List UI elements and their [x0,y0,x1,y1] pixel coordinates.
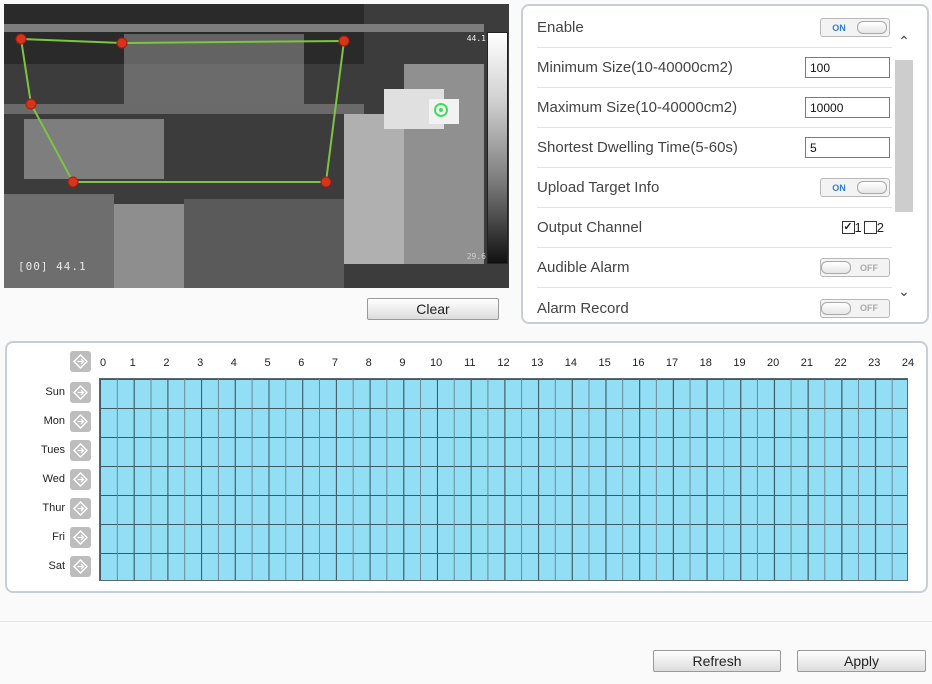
min-size-input[interactable] [805,57,890,78]
channel-1-checkbox[interactable]: ✓ [841,221,855,234]
setting-output-channel: Output Channel ✓ 1 2 [537,208,892,248]
scrollbar-thumb[interactable] [895,60,913,212]
toggle-knob [857,181,887,194]
hour-label: 2 [163,357,170,369]
hour-label: 5 [264,357,271,369]
hour-label: 7 [331,357,339,369]
setting-min-size: Minimum Size(10-40000cm2) [537,48,892,88]
day-label: Wed [42,472,65,485]
clear-button[interactable]: Clear [367,298,499,320]
hour-label: 21 [800,357,813,369]
hour-label: 15 [598,357,611,369]
alarm-record-toggle-state: OFF [860,303,878,313]
upload-target-toggle[interactable]: ON [820,178,890,197]
setting-upload-target: Upload Target Info ON [537,168,892,208]
footer-divider [0,621,932,622]
audible-alarm-toggle[interactable]: OFF [820,258,890,277]
hour-label: 19 [733,357,746,369]
enable-toggle[interactable]: ON [820,18,890,37]
audible-alarm-label: Audible Alarm [537,259,630,276]
dwell-time-input[interactable] [805,137,890,158]
scale-max-temperature: 44.1 [466,34,486,43]
video-scene [4,4,509,288]
hour-label: 11 [464,357,476,369]
detection-settings-panel: Enable ON Minimum Size(10-40000cm2) Maxi… [521,4,929,324]
copy-day-icon[interactable] [70,526,91,548]
alarm-record-label: Alarm Record [537,299,629,317]
toggle-knob [857,21,887,34]
copy-day-icon[interactable] [70,468,91,490]
channel-2-label: 2 [876,220,884,235]
setting-alarm-record: Alarm Record OFF [537,288,892,322]
hour-label: 22 [834,357,847,369]
day-label: Mon [43,414,65,427]
toggle-knob [821,301,851,315]
day-label: Sun [45,385,65,398]
day-label: Tues [40,443,65,456]
hour-label: 13 [531,357,544,369]
toggle-knob [821,261,851,274]
audible-alarm-toggle-state: OFF [860,262,878,273]
hour-label: 20 [767,357,780,369]
hour-label: 1 [129,357,136,369]
output-channel-label: Output Channel [537,219,643,236]
dwell-time-label: Shortest Dwelling Time(5-60s) [537,139,738,156]
min-size-label: Minimum Size(10-40000cm2) [537,59,733,76]
setting-dwell-time: Shortest Dwelling Time(5-60s) [537,128,892,168]
copy-day-icon[interactable] [70,381,91,403]
schedule-grid[interactable] [99,378,908,581]
hour-label: 10 [429,357,443,369]
refresh-button[interactable]: Refresh [653,650,781,672]
hour-label: 24 [901,357,915,369]
day-label: Sat [48,559,65,572]
scroll-down-icon[interactable]: ⌄ [897,284,911,298]
copy-day-icon[interactable] [70,410,91,432]
scroll-up-icon[interactable]: ⌃ [897,34,911,48]
osd-temperature-readout: [00] 44.1 [18,260,87,273]
copy-day-icon[interactable] [70,497,91,519]
setting-max-size: Maximum Size(10-40000cm2) [537,88,892,128]
copy-day-icon[interactable] [70,555,91,577]
apply-button[interactable]: Apply [797,650,926,672]
hour-label: 14 [564,357,578,369]
enable-label: Enable [537,19,584,36]
hour-label: 17 [665,357,679,369]
setting-enable: Enable ON [537,8,892,48]
hour-label: 9 [399,357,406,369]
hour-label: 12 [497,357,510,369]
hour-label: 23 [868,357,881,369]
arming-schedule: 0 1 2 3 4 5 6 7 8 9 10 11 12 13 14 15 16 17 18 19 20 21 22 23 24… [5,341,928,593]
day-label: Fri [52,530,65,543]
hour-label: 8 [365,357,372,369]
enable-toggle-state: ON [832,22,846,33]
output-channel-checkboxes: ✓ 1 2 [841,220,886,235]
temperature-scale-bar [487,32,508,264]
copy-all-icon[interactable] [70,351,91,372]
channel-2-checkbox[interactable] [863,221,877,234]
scale-min-temperature: 29.6 [466,252,486,261]
upload-target-label: Upload Target Info [537,179,660,196]
hour-label: 3 [197,357,204,369]
day-label: Thur [42,501,65,514]
hour-label: 18 [699,357,712,369]
settings-scrollbar[interactable]: ⌃ ⌄ [895,12,913,318]
hour-label: 0 [99,357,107,369]
copy-day-icon[interactable] [70,439,91,461]
max-size-label: Maximum Size(10-40000cm2) [537,99,738,116]
hour-label: 4 [230,357,237,369]
thermal-video-preview[interactable]: 44.1 29.6 [00] 44.1 [4,4,509,288]
channel-1-label: 1 [854,220,862,235]
hour-label: 6 [298,357,305,369]
setting-audible-alarm: Audible Alarm OFF [537,248,892,288]
alarm-record-toggle[interactable]: OFF [820,298,890,318]
upload-target-toggle-state: ON [832,182,846,193]
hour-label: 16 [632,357,645,369]
max-size-input[interactable] [805,97,890,118]
